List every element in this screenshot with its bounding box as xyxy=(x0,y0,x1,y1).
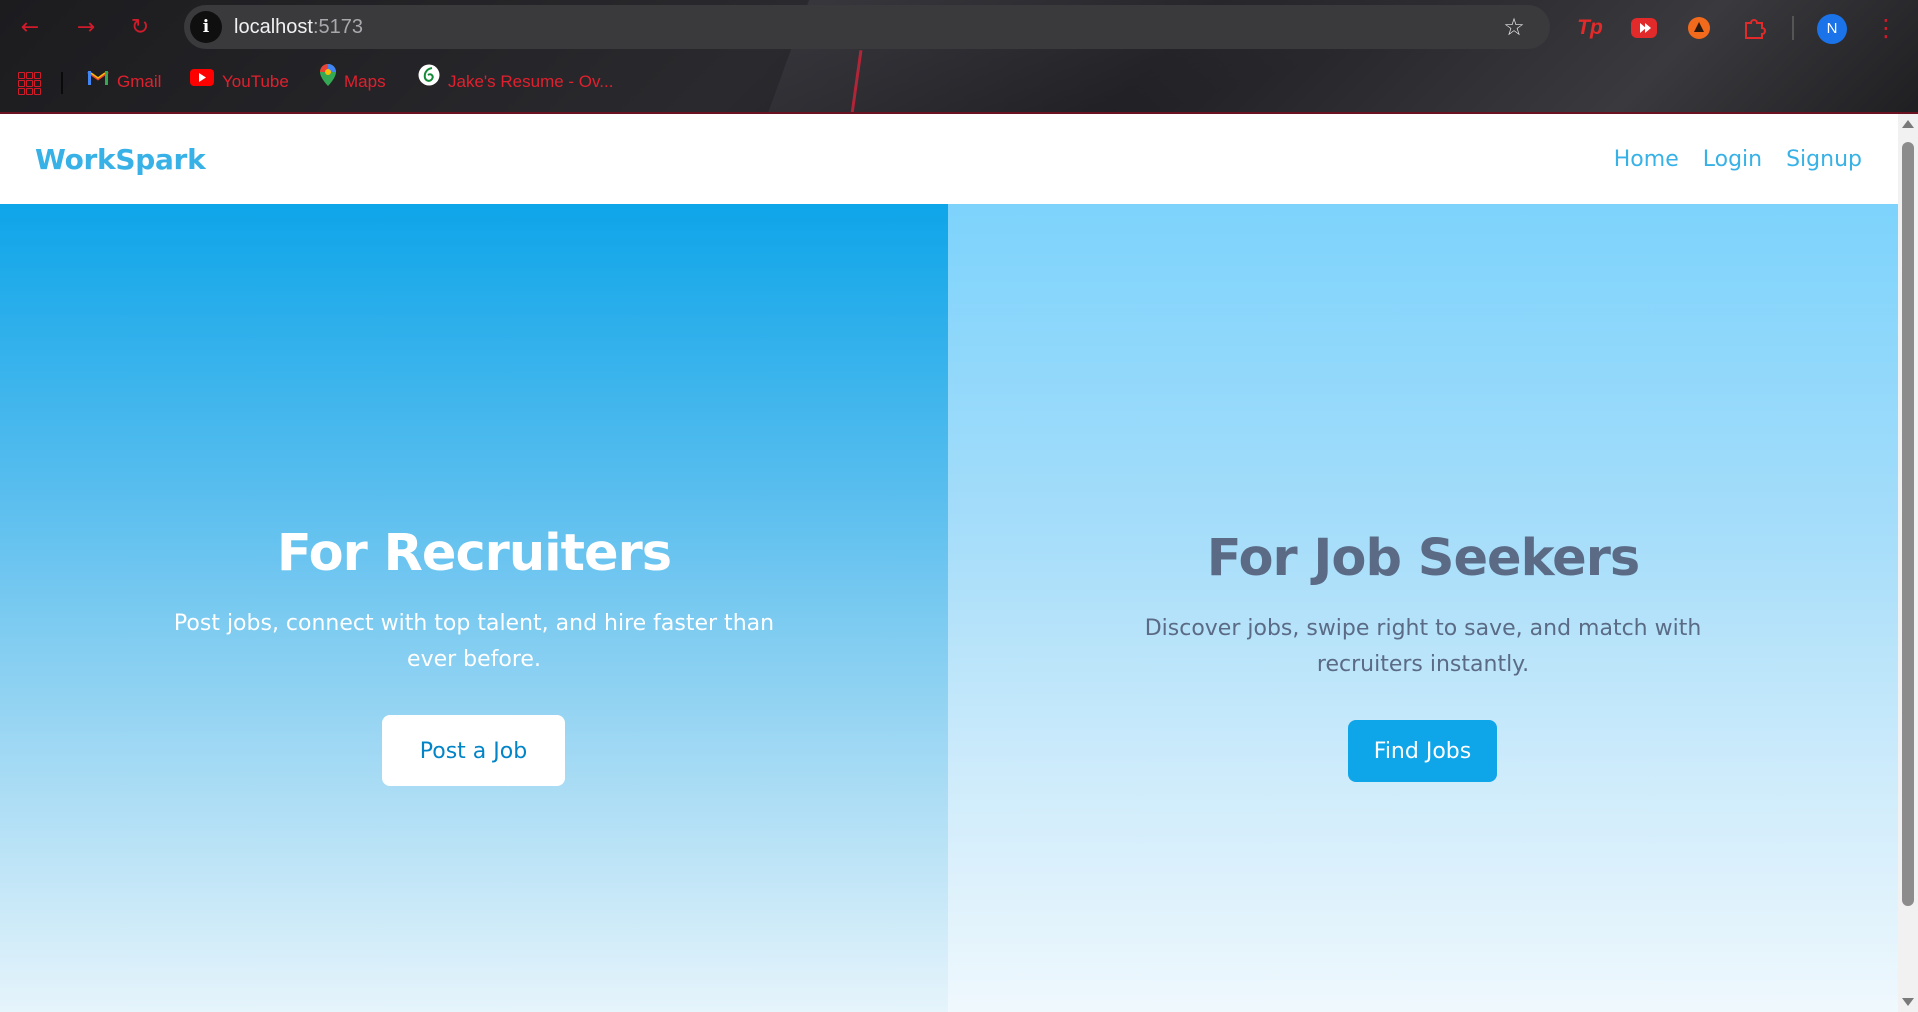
nav-login-link[interactable]: Login xyxy=(1703,147,1762,172)
job-seekers-title: For Job Seekers xyxy=(1206,529,1641,588)
apps-grid-icon[interactable] xyxy=(18,72,41,95)
bookmarks-divider xyxy=(61,72,63,94)
bookmark-jakes-resume[interactable]: Jake's Resume - Ov... xyxy=(418,62,613,102)
profile-avatar[interactable]: N xyxy=(1817,14,1847,44)
maps-icon xyxy=(320,61,336,101)
bookmark-youtube[interactable]: YouTube xyxy=(190,62,289,102)
job-seekers-description: Discover jobs, swipe right to save, and … xyxy=(1144,616,1702,677)
post-job-button[interactable]: Post a Job xyxy=(382,715,565,786)
find-jobs-button[interactable]: Find Jobs xyxy=(1348,720,1497,782)
bookmark-label: Gmail xyxy=(117,72,162,91)
recruiters-description: Post jobs, connect with top talent, and … xyxy=(173,611,775,672)
page-scrollbar[interactable] xyxy=(1898,114,1918,1012)
page-viewport: WorkSpark Home Login Signup For Recruite… xyxy=(0,114,1898,1012)
youtube-icon xyxy=(190,61,214,101)
scroll-down-arrow-icon[interactable] xyxy=(1902,998,1914,1006)
bookmark-label: Jake's Resume - Ov... xyxy=(448,72,614,91)
toolbar-divider xyxy=(1792,16,1794,40)
bookmark-star-icon[interactable]: ☆ xyxy=(1500,13,1528,41)
job-seekers-panel: For Job Seekers Discover jobs, swipe rig… xyxy=(948,204,1898,1012)
overleaf-icon xyxy=(418,61,440,101)
scrollbar-thumb[interactable] xyxy=(1902,142,1914,906)
nav-home-link[interactable]: Home xyxy=(1614,147,1679,172)
brand-logo[interactable]: WorkSpark xyxy=(35,114,206,204)
url-host: localhost xyxy=(234,16,313,38)
bookmark-label: Maps xyxy=(344,72,386,91)
forward-icon[interactable]: → xyxy=(70,12,102,44)
back-icon[interactable]: ← xyxy=(14,12,46,44)
browser-toolbar: ← → ↻ i localhost:5173 ☆ Tp N ⋮ Gmail Yo… xyxy=(0,0,1918,114)
address-bar[interactable]: i localhost:5173 ☆ xyxy=(184,5,1550,49)
site-navbar: WorkSpark Home Login Signup xyxy=(0,114,1898,204)
nav-signup-link[interactable]: Signup xyxy=(1786,147,1862,172)
bookmarks-bar: Gmail YouTube Maps Jake's Resume - Ov... xyxy=(0,62,1918,102)
bookmark-gmail[interactable]: Gmail xyxy=(87,62,161,102)
tp-extension-icon[interactable]: Tp xyxy=(1573,11,1607,45)
recruiters-panel: For Recruiters Post jobs, connect with t… xyxy=(0,204,948,1012)
url-port: :5173 xyxy=(312,16,363,38)
browser-menu-icon[interactable]: ⋮ xyxy=(1874,12,1898,44)
bookmark-label: YouTube xyxy=(222,72,289,91)
site-info-icon[interactable]: i xyxy=(190,11,222,43)
puzzle-extensions-icon[interactable] xyxy=(1737,11,1771,45)
reload-icon[interactable]: ↻ xyxy=(124,12,156,44)
nav-links: Home Login Signup xyxy=(1614,114,1862,204)
gmail-icon xyxy=(87,61,109,101)
bookmark-maps[interactable]: Maps xyxy=(320,62,386,102)
address-url[interactable]: localhost:5173 xyxy=(234,5,363,49)
recruiters-title: For Recruiters xyxy=(276,524,672,583)
orange-extension-icon[interactable] xyxy=(1682,11,1716,45)
youtube-extension-icon[interactable] xyxy=(1627,11,1661,45)
scroll-up-arrow-icon[interactable] xyxy=(1902,120,1914,128)
